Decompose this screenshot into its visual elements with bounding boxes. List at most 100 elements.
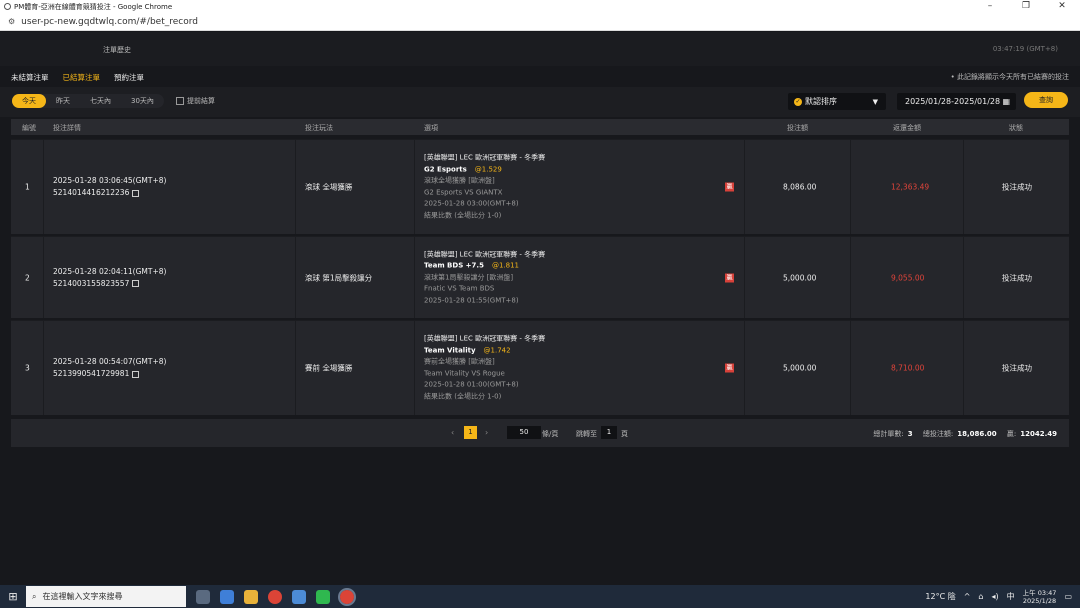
window-title: PM體育-亞洲在線體育競猜投注 - Google Chrome [14, 2, 173, 11]
tab-settled[interactable]: 已結算注單 [63, 72, 101, 83]
next-page-icon[interactable]: › [485, 428, 488, 437]
chevron-up-icon[interactable]: ^ [964, 592, 971, 601]
server-clock: 03:47:19 (GMT+8) [992, 45, 1058, 53]
total-count-label: 總計單數: [873, 430, 904, 438]
date-range-input[interactable]: 2025/01/28-2025/01/28 ▦ [897, 93, 1016, 110]
col-option: 選項 [424, 124, 438, 132]
table-row: 2 2025-01-28 02:04:11(GMT+8) 52140031558… [11, 236, 1069, 318]
league-name: [英雄聯盟] LEC 歐洲冠軍聯賽 - 冬季賽 [424, 153, 546, 162]
match: G2 Esports VS GIANTX [424, 188, 503, 196]
taskbar-search-placeholder: 在這裡輸入文字來搜尋 [42, 592, 123, 601]
chrome-icon [4, 3, 11, 10]
address-bar[interactable]: ⚙ user-pc-new.gqdtwlq.com/#/bet_record [0, 13, 1080, 31]
row-no: 1 [25, 182, 30, 192]
bet-time: 2025-01-28 03:06:45(GMT+8) [53, 176, 167, 185]
tab-reserved[interactable]: 預約注單 [114, 72, 144, 83]
taskbar-search[interactable]: ⌕ 在這裡輸入文字來搜尋 [26, 586, 186, 607]
checkbox-icon [176, 97, 184, 105]
win-total: 12042.49 [1020, 430, 1057, 438]
early-settle-checkbox[interactable]: 提前結算 [176, 96, 215, 106]
bet-id: 5214014416212236 [53, 188, 130, 197]
copy-icon[interactable] [132, 189, 140, 197]
ime-indicator[interactable]: 中 [1007, 591, 1015, 602]
date-range-pills: 今天 昨天 七天內 30天內 [12, 94, 164, 108]
query-button[interactable]: 查詢 [1024, 92, 1068, 108]
league-name: [英雄聯盟] LEC 歐洲冠軍聯賽 - 冬季賽 [424, 249, 546, 258]
task-view-icon[interactable] [196, 589, 210, 604]
tray-time: 上午 03:47 [1022, 588, 1057, 597]
jump-input[interactable]: 1 [601, 426, 617, 439]
win-badge: 贏 [725, 273, 734, 282]
return-amount: 9,055.00 [891, 273, 925, 282]
copilot-icon[interactable] [220, 589, 234, 604]
chevron-down-icon: ▼ [872, 97, 878, 106]
tab-unsettled[interactable]: 未結算注單 [11, 72, 49, 83]
col-status: 狀態 [1009, 124, 1023, 132]
range-30days[interactable]: 30天內 [121, 94, 164, 108]
volume-icon[interactable]: ◂) [991, 592, 998, 601]
bet-status: 投注成功 [1002, 363, 1032, 373]
search-icon: ⌕ [32, 591, 37, 601]
odds: @1.811 [491, 261, 519, 270]
file-explorer-icon[interactable] [244, 589, 258, 604]
line-icon[interactable] [316, 589, 330, 604]
page-header: 注單歷史 03:47:19 (GMT+8) [0, 32, 1080, 66]
total-count: 3 [907, 430, 913, 438]
bet-id: 5214003155823557 [53, 278, 130, 288]
chrome-taskbar-icon[interactable] [268, 589, 282, 604]
range-7days[interactable]: 七天內 [80, 94, 121, 108]
market: 滾球全場獲勝 [歐洲盤] [424, 176, 495, 185]
close-icon[interactable]: ✕ [1044, 0, 1080, 13]
bet-status: 投注成功 [1002, 182, 1032, 192]
range-yesterday[interactable]: 昨天 [46, 94, 80, 108]
table-header: 編號 投注詳情 投注玩法 選項 投注額 返還金額 狀態 [11, 119, 1069, 135]
win-badge: 贏 [725, 182, 734, 192]
site-settings-icon[interactable]: ⚙ [8, 17, 15, 26]
sort-select[interactable]: ✓ 默認排序 ▼ [788, 93, 886, 110]
bet-play: 滾球 第1局擊殺讓分 [305, 273, 373, 282]
bet-time: 2025-01-28 00:54:07(GMT+8) [53, 357, 167, 366]
pagination: ‹ 1 › 50 條/頁 跳轉至 1 頁 總計單數: 3 總投注額: 18,086.… [11, 419, 1069, 447]
bet-amount: 8,086.00 [783, 182, 817, 192]
prev-page-icon[interactable]: ‹ [451, 428, 454, 437]
win-badge: 贏 [725, 363, 734, 373]
page-title: 注單歷史 [103, 46, 131, 54]
restore-icon[interactable]: ❐ [1008, 0, 1044, 13]
check-circle-icon: ✓ [794, 97, 802, 106]
network-icon[interactable]: ⌂ [978, 592, 983, 601]
bet-time: 2025-01-28 02:04:11(GMT+8) [53, 266, 167, 276]
copy-icon[interactable] [132, 370, 140, 378]
team-name: G2 Esports [424, 165, 467, 173]
match-time: 2025-01-28 01:55(GMT+8) [424, 295, 519, 304]
page-1-button[interactable]: 1 [464, 426, 477, 439]
notification-icon[interactable]: ▭ [1064, 592, 1072, 601]
col-play: 投注玩法 [305, 124, 333, 132]
chrome-active-icon[interactable] [338, 587, 356, 606]
col-return: 返還金額 [893, 124, 921, 132]
minimize-icon[interactable]: – [972, 0, 1008, 13]
range-today[interactable]: 今天 [12, 94, 46, 108]
window-titlebar: PM體育-亞洲在線體育競猜投注 - Google Chrome – ❐ ✕ [0, 0, 1080, 13]
page-size-select[interactable]: 50 [507, 426, 541, 439]
odds: @1.529 [474, 165, 502, 173]
tray-clock[interactable]: 上午 03:47 2025/1/28 [1023, 589, 1057, 605]
sort-label: 默認排序 [805, 97, 837, 106]
row-no: 2 [25, 273, 30, 282]
totals: 總計單數: 3 總投注額: 18,086.00 贏: 12042.49 [873, 429, 1057, 439]
early-settle-label: 提前結算 [187, 97, 215, 105]
calculator-icon[interactable] [292, 589, 306, 604]
match: Team Vitality VS Rogue [424, 369, 505, 377]
taskbar: ⊞ ⌕ 在這裡輸入文字來搜尋 12°C 陰 ^ ⌂ ◂) 中 上午 03:47 … [0, 585, 1080, 608]
match-time: 2025-01-28 03:00(GMT+8) [424, 199, 519, 208]
weather-text[interactable]: 12°C 陰 [925, 591, 955, 602]
team-name: Team Vitality [424, 346, 476, 354]
tray-date: 2025/1/28 [1022, 596, 1057, 605]
url-text[interactable]: user-pc-new.gqdtwlq.com/#/bet_record [21, 17, 198, 27]
jump-label: 跳轉至 [576, 430, 597, 438]
copy-icon[interactable] [132, 280, 140, 287]
total-bet: 18,086.00 [957, 430, 997, 438]
team-name: Team BDS +7.5 [424, 261, 484, 270]
col-amount: 投注額 [787, 124, 808, 132]
windows-start-icon[interactable]: ⊞ [0, 590, 26, 603]
bet-amount: 5,000.00 [783, 363, 817, 373]
